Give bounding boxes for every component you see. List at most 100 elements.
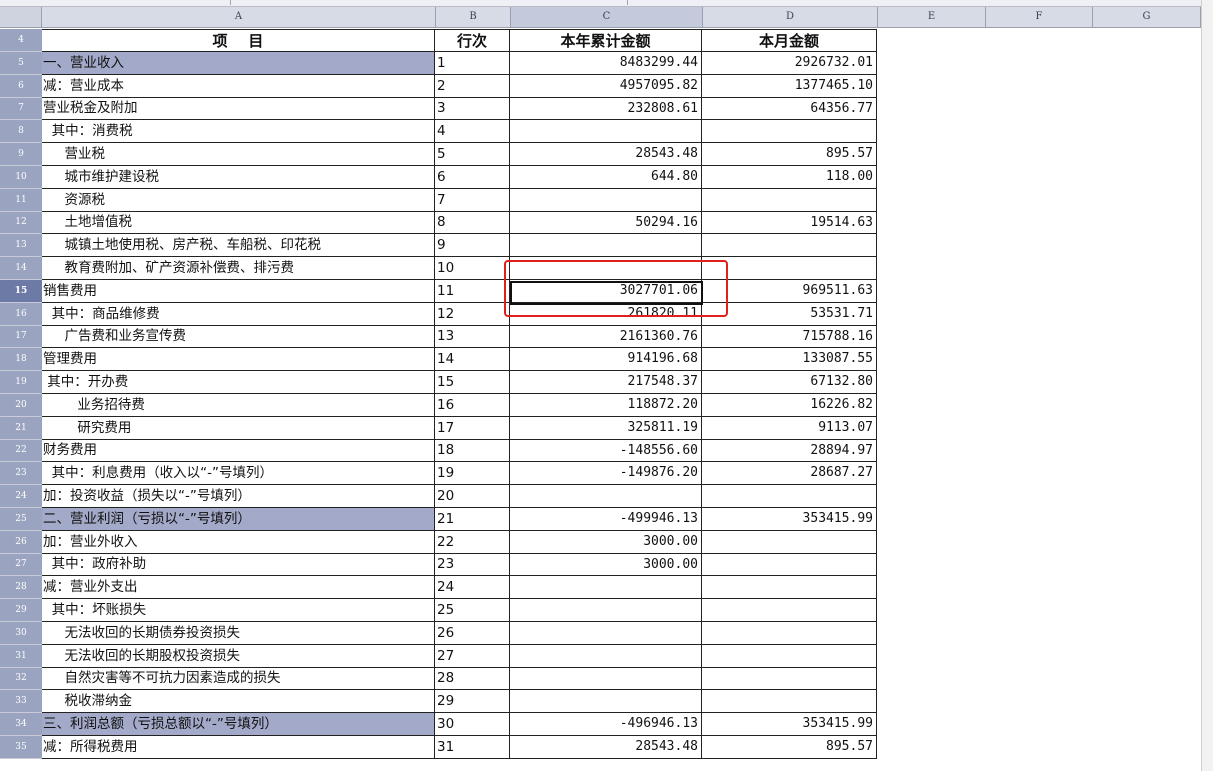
cell-ytd-amount[interactable]: 28543.48 <box>510 736 702 759</box>
cell-line-no[interactable]: 23 <box>435 554 510 576</box>
cell-line-no[interactable]: 14 <box>435 348 510 371</box>
row-header[interactable]: 30 <box>0 622 42 645</box>
cell-line-no[interactable]: 19 <box>435 462 510 485</box>
cell-month-amount[interactable]: 19514.63 <box>702 212 877 234</box>
cell-item[interactable]: 管理费用 <box>42 348 435 371</box>
row-header[interactable]: 18 <box>0 348 42 371</box>
cell-month-amount[interactable] <box>702 531 877 554</box>
cell-item[interactable]: 城市维护建设税 <box>42 166 435 189</box>
cell-ytd-amount[interactable]: 4957095.82 <box>510 75 702 98</box>
cell-item[interactable]: 无法收回的长期债券投资损失 <box>42 622 435 645</box>
cell-item[interactable]: 财务费用 <box>42 440 435 462</box>
cell-month-amount[interactable]: 2926732.01 <box>702 52 877 75</box>
cell-month-amount[interactable]: 715788.16 <box>702 326 877 348</box>
row-header[interactable]: 12 <box>0 212 42 234</box>
header-ytd-amount[interactable]: 本年累计金额 <box>510 29 702 52</box>
column-header-e[interactable]: E <box>878 7 986 28</box>
cell-month-amount[interactable] <box>702 554 877 576</box>
cell-line-no[interactable]: 28 <box>435 668 510 690</box>
cell-ytd-amount[interactable]: -496946.13 <box>510 713 702 736</box>
cell-item[interactable]: 其中：消费税 <box>42 120 435 143</box>
cell-item[interactable]: 资源税 <box>42 189 435 212</box>
row-header[interactable]: 16 <box>0 303 42 326</box>
cell-ytd-amount[interactable]: 28543.48 <box>510 143 702 166</box>
cell-month-amount[interactable]: 969511.63 <box>702 280 877 303</box>
row-header[interactable]: 22 <box>0 440 42 462</box>
cell-line-no[interactable]: 10 <box>435 257 510 280</box>
cell-ytd-amount[interactable]: 217548.37 <box>510 371 702 394</box>
cell-item[interactable]: 其中：坏账损失 <box>42 599 435 622</box>
column-header-f[interactable]: F <box>986 7 1093 28</box>
cell-item[interactable]: 三、利润总额（亏损总额以“-”号填列） <box>42 713 435 736</box>
cell-line-no[interactable]: 13 <box>435 326 510 348</box>
cell-ytd-amount[interactable] <box>510 234 702 257</box>
cell-month-amount[interactable]: 67132.80 <box>702 371 877 394</box>
column-header-a[interactable]: A <box>42 7 436 28</box>
cell-item[interactable]: 营业税 <box>42 143 435 166</box>
cell-ytd-amount[interactable]: 914196.68 <box>510 348 702 371</box>
cell-ytd-amount[interactable]: 2161360.76 <box>510 326 702 348</box>
cell-line-no[interactable]: 18 <box>435 440 510 462</box>
cell-item[interactable]: 一、营业收入 <box>42 52 435 75</box>
row-header[interactable]: 28 <box>0 576 42 599</box>
cell-ytd-amount[interactable]: 118872.20 <box>510 394 702 417</box>
column-header-c[interactable]: C <box>511 7 703 28</box>
cell-item[interactable]: 加：营业外收入 <box>42 531 435 554</box>
cell-month-amount[interactable]: 353415.99 <box>702 713 877 736</box>
cell-line-no[interactable]: 22 <box>435 531 510 554</box>
cell-line-no[interactable]: 2 <box>435 75 510 98</box>
header-month-amount[interactable]: 本月金额 <box>702 29 877 52</box>
cell-month-amount[interactable] <box>702 668 877 690</box>
cell-item[interactable]: 减：所得税费用 <box>42 736 435 759</box>
cell-month-amount[interactable]: 9113.07 <box>702 417 877 440</box>
row-header[interactable]: 11 <box>0 189 42 212</box>
cell-line-no[interactable]: 16 <box>435 394 510 417</box>
row-header[interactable]: 31 <box>0 645 42 668</box>
cell-month-amount[interactable] <box>702 645 877 668</box>
cell-ytd-amount[interactable] <box>510 189 702 212</box>
cell-line-no[interactable]: 21 <box>435 508 510 531</box>
spreadsheet[interactable]: A B C D E F G 4 项 目 行次 本年累计金额 本月金额 5 一、营业… <box>0 0 1213 771</box>
cell-ytd-amount[interactable]: 50294.16 <box>510 212 702 234</box>
cell-item[interactable]: 其中：商品维修费 <box>42 303 435 326</box>
cell-ytd-amount[interactable]: -148556.60 <box>510 440 702 462</box>
cell-month-amount[interactable] <box>702 599 877 622</box>
cell-item[interactable]: 其中：政府补助 <box>42 554 435 576</box>
cell-line-no[interactable]: 31 <box>435 736 510 759</box>
cell-line-no[interactable]: 11 <box>435 280 510 303</box>
row-header[interactable]: 19 <box>0 371 42 394</box>
row-header[interactable]: 17 <box>0 326 42 348</box>
cell-line-no[interactable]: 27 <box>435 645 510 668</box>
cell-month-amount[interactable] <box>702 576 877 599</box>
cell-line-no[interactable]: 1 <box>435 52 510 75</box>
row-header[interactable]: 29 <box>0 599 42 622</box>
cell-line-no[interactable]: 6 <box>435 166 510 189</box>
cell-month-amount[interactable]: 1377465.10 <box>702 75 877 98</box>
cell-line-no[interactable]: 15 <box>435 371 510 394</box>
cell-month-amount[interactable] <box>702 189 877 212</box>
cell-month-amount[interactable]: 118.00 <box>702 166 877 189</box>
row-header[interactable]: 24 <box>0 485 42 508</box>
cell-ytd-amount[interactable]: 325811.19 <box>510 417 702 440</box>
cell-line-no[interactable]: 25 <box>435 599 510 622</box>
cell-item[interactable]: 其中：开办费 <box>42 371 435 394</box>
cell-line-no[interactable]: 5 <box>435 143 510 166</box>
vertical-scrollbar[interactable] <box>1201 0 1213 771</box>
cell-item[interactable]: 自然灾害等不可抗力因素造成的损失 <box>42 668 435 690</box>
row-header[interactable]: 34 <box>0 713 42 736</box>
cell-month-amount[interactable] <box>702 690 877 713</box>
row-header[interactable]: 5 <box>0 52 42 75</box>
cell-item[interactable]: 二、营业利润（亏损以“-”号填列） <box>42 508 435 531</box>
row-header[interactable]: 9 <box>0 143 42 166</box>
cell-ytd-amount[interactable] <box>510 485 702 508</box>
cell-item[interactable]: 税收滞纳金 <box>42 690 435 713</box>
cell-ytd-amount[interactable]: 3000.00 <box>510 531 702 554</box>
cell-line-no[interactable]: 9 <box>435 234 510 257</box>
row-header[interactable]: 6 <box>0 75 42 98</box>
cell-ytd-amount[interactable]: -499946.13 <box>510 508 702 531</box>
row-header[interactable]: 26 <box>0 531 42 554</box>
row-header[interactable]: 20 <box>0 394 42 417</box>
cell-month-amount[interactable] <box>702 257 877 280</box>
row-header[interactable]: 13 <box>0 234 42 257</box>
cell-item[interactable]: 城镇土地使用税、房产税、车船税、印花税 <box>42 234 435 257</box>
